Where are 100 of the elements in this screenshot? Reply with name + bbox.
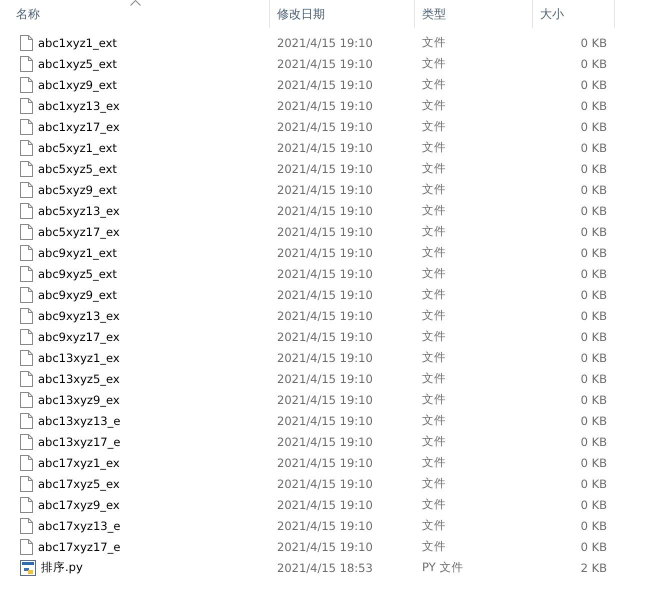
file-icon: [20, 538, 33, 554]
file-type: 文件: [421, 98, 447, 113]
file-icon: [20, 454, 33, 470]
file-name[interactable]: abc9xyz13_ex: [38, 308, 120, 322]
file-name[interactable]: abc5xyz17_ex: [38, 224, 120, 238]
python-file-icon: [20, 560, 36, 576]
file-icon: [20, 496, 33, 512]
modified-date: 2021/4/15 19:10: [276, 498, 374, 512]
file-icon: [20, 76, 33, 92]
file-type: 文件: [421, 203, 447, 218]
file-size: 0 KB: [580, 308, 608, 322]
modified-date: 2021/4/15 19:10: [276, 56, 374, 70]
modified-date: 2021/4/15 19:10: [276, 308, 374, 322]
sort-up-icon: [130, 0, 140, 6]
file-name[interactable]: abc9xyz5_ext: [38, 266, 117, 280]
modified-date: 2021/4/15 19:10: [276, 120, 374, 134]
file-size: 0 KB: [580, 392, 608, 406]
file-type: 文件: [421, 539, 447, 554]
file-type: 文件: [421, 350, 447, 365]
file-icon: [20, 328, 33, 344]
modified-date: 2021/4/15 19:10: [276, 140, 374, 154]
file-icon: [20, 286, 33, 302]
file-size: 2 KB: [580, 560, 608, 574]
file-name[interactable]: abc5xyz5_ext: [38, 162, 117, 176]
file-size: 0 KB: [580, 162, 608, 176]
file-name[interactable]: abc9xyz9_ext: [38, 288, 117, 302]
modified-date: 2021/4/15 19:10: [276, 456, 374, 470]
file-icon: [20, 434, 33, 450]
file-type: 文件: [421, 308, 447, 323]
file-name[interactable]: abc5xyz1_ext: [38, 140, 117, 154]
file-type: 文件: [421, 266, 447, 281]
file-size: 0 KB: [580, 288, 608, 302]
file-icon: [20, 56, 33, 72]
file-name[interactable]: abc17xyz1_ex: [38, 456, 120, 470]
file-name[interactable]: abc13xyz13_e: [38, 414, 120, 428]
modified-date: 2021/4/15 19:10: [276, 36, 374, 50]
file-size: 0 KB: [580, 266, 608, 280]
modified-date: 2021/4/15 19:10: [276, 288, 374, 302]
file-type: 文件: [421, 497, 447, 512]
file-name[interactable]: abc9xyz17_ex: [38, 330, 120, 344]
modified-date: 2021/4/15 19:10: [276, 476, 374, 490]
file-name[interactable]: abc17xyz13_e: [38, 518, 120, 532]
file-icon: [20, 202, 33, 218]
file-icon: [20, 118, 33, 134]
file-name[interactable]: abc13xyz5_ex: [38, 372, 120, 386]
modified-date: 2021/4/15 19:10: [276, 540, 374, 554]
file-icon: [20, 392, 33, 408]
file-name[interactable]: 排序.py: [41, 560, 83, 575]
modified-date: 2021/4/15 19:10: [276, 350, 374, 364]
file-name[interactable]: abc1xyz13_ex: [38, 98, 120, 112]
file-icon: [20, 370, 33, 386]
file-type: 文件: [421, 77, 447, 92]
file-type: 文件: [421, 434, 447, 449]
file-name[interactable]: abc1xyz5_ext: [38, 56, 117, 70]
file-size: 0 KB: [580, 78, 608, 92]
modified-date: 2021/4/15 19:10: [276, 372, 374, 386]
file-type: 文件: [421, 119, 447, 134]
file-type: 文件: [421, 56, 447, 71]
modified-date: 2021/4/15 19:10: [276, 182, 374, 196]
file-name[interactable]: abc13xyz1_ex: [38, 350, 120, 364]
file-size: 0 KB: [580, 36, 608, 50]
file-icon: [20, 412, 33, 428]
file-type: 文件: [421, 140, 447, 155]
modified-date: 2021/4/15 19:10: [276, 162, 374, 176]
file-icon: [20, 182, 33, 198]
file-type: 文件: [421, 329, 447, 344]
file-icon: [20, 140, 33, 156]
modified-date: 2021/4/15 19:10: [276, 518, 374, 532]
file-name[interactable]: abc9xyz1_ext: [38, 246, 117, 260]
file-size: 0 KB: [580, 372, 608, 386]
file-name[interactable]: abc17xyz17_e: [38, 540, 120, 554]
file-type: 文件: [421, 413, 447, 428]
file-size: 0 KB: [580, 330, 608, 344]
file-icon: [20, 244, 33, 260]
file-size: 0 KB: [580, 120, 608, 134]
file-icon: [20, 224, 33, 240]
file-name[interactable]: abc13xyz17_e: [38, 434, 120, 448]
file-icon: [20, 518, 33, 534]
file-type: 文件: [421, 518, 447, 533]
file-name[interactable]: abc1xyz17_ex: [38, 120, 120, 134]
file-type: 文件: [421, 371, 447, 386]
file-type: 文件: [421, 161, 447, 176]
file-size: 0 KB: [580, 98, 608, 112]
file-icon: [20, 160, 33, 176]
file-size: 0 KB: [580, 224, 608, 238]
file-type: PY 文件: [421, 560, 464, 575]
modified-date: 2021/4/15 19:10: [276, 204, 374, 218]
file-size: 0 KB: [580, 350, 608, 364]
file-size: 0 KB: [580, 476, 608, 490]
file-name[interactable]: abc13xyz9_ex: [38, 392, 120, 406]
file-size: 0 KB: [580, 518, 608, 532]
file-name[interactable]: abc5xyz13_ex: [38, 204, 120, 218]
file-name[interactable]: abc5xyz9_ext: [38, 182, 117, 196]
file-name[interactable]: abc17xyz5_ex: [38, 476, 120, 490]
modified-date: 2021/4/15 19:10: [276, 98, 374, 112]
modified-date: 2021/4/15 19:10: [276, 224, 374, 238]
file-name[interactable]: abc1xyz1_ext: [38, 36, 117, 50]
file-name[interactable]: abc1xyz9_ext: [38, 78, 117, 92]
file-icon: [20, 350, 33, 366]
file-name[interactable]: abc17xyz9_ex: [38, 498, 120, 512]
